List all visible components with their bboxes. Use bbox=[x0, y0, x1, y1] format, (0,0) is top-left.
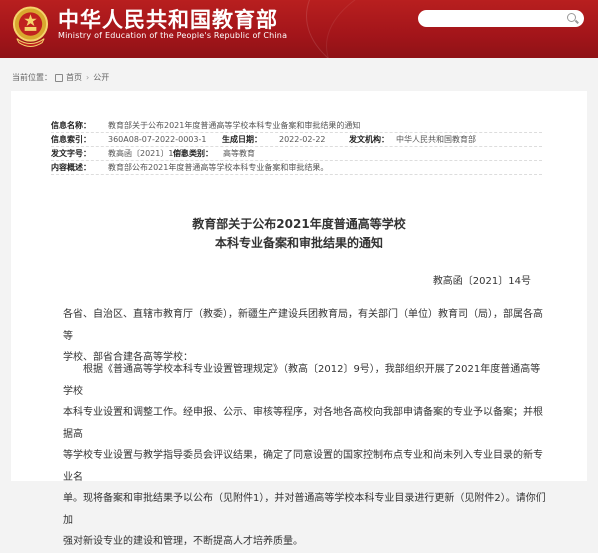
addressee-line1: 各省、自治区、直辖市教育厅（教委），新疆生产建设兵团教育局，有关部门（单位）教育… bbox=[63, 309, 543, 342]
info-row-index: 信息索引： 360A08-07-2022-0003-1 生成日期： 2022-0… bbox=[51, 133, 542, 147]
info-date-value: 2022-02-22 bbox=[279, 135, 326, 144]
breadcrumb-label: 当前位置： bbox=[12, 73, 52, 82]
info-category-value: 高等教育 bbox=[223, 149, 255, 158]
search-input[interactable] bbox=[418, 10, 584, 27]
paragraph-1-line2: 本科专业设置和调整工作。经申报、公示、审核等程序，对各地各高校向我部申请备案的专… bbox=[63, 407, 543, 440]
info-summary-label: 内容概述： bbox=[51, 163, 91, 172]
breadcrumb: 当前位置： 首页 › 公开 bbox=[12, 72, 109, 83]
info-title-label: 信息名称： bbox=[51, 121, 91, 130]
paragraph-1-line3: 等学校专业设置与教学指导委员会评议结果，确定了同意设置的国家控制布点专业和尚未列… bbox=[63, 450, 543, 483]
info-issuer-label: 发文机构： bbox=[349, 135, 389, 144]
breadcrumb-item-public[interactable]: 公开 bbox=[93, 73, 109, 82]
site-title[interactable]: 中华人民共和国教育部 bbox=[58, 4, 278, 34]
info-index-label: 信息索引： bbox=[51, 135, 91, 144]
home-icon bbox=[55, 73, 63, 82]
info-table: 信息名称： 教育部关于公布2021年度普通高等学校本科专业备案和审批结果的通知 … bbox=[51, 119, 542, 175]
paragraph-1: 根据《普通高等学校本科专业设置管理规定》（教高〔2012〕9号），我部组织开展了… bbox=[63, 359, 549, 553]
info-row-title: 信息名称： 教育部关于公布2021年度普通高等学校本科专业备案和审批结果的通知 bbox=[51, 119, 542, 133]
paragraph-1-line5: 强对新设专业的建设和管理，不断提高人才培养质量。 bbox=[63, 536, 303, 547]
info-date-label: 生成日期： bbox=[222, 135, 262, 144]
info-summary-value: 教育部公布2021年度普通高等学校本科专业备案和审批结果。 bbox=[108, 163, 329, 172]
header-decoration bbox=[326, 0, 598, 58]
paragraph-1-line1: 根据《普通高等学校本科专业设置管理规定》（教高〔2012〕9号），我部组织开展了… bbox=[63, 364, 541, 397]
national-emblem-icon[interactable] bbox=[11, 5, 50, 47]
site-header: 中华人民共和国教育部 Ministry of Education of the … bbox=[0, 0, 598, 58]
info-row-docno: 发文字号： 教高函〔2021〕14号 信息类别： 高等教育 bbox=[51, 147, 542, 161]
info-issuer-value: 中华人民共和国教育部 bbox=[396, 135, 476, 144]
breadcrumb-item-home[interactable]: 首页 bbox=[66, 73, 82, 82]
document-title-line2: 本科专业备案和审批结果的通知 bbox=[214, 236, 383, 250]
info-category-label: 信息类别： bbox=[173, 149, 213, 158]
document-number: 教高函〔2021〕14号 bbox=[432, 276, 531, 287]
info-docno-label: 发文字号： bbox=[51, 149, 91, 158]
info-index-value: 360A08-07-2022-0003-1 bbox=[108, 135, 207, 144]
document-title-line1: 教育部关于公布2021年度普通高等学校 bbox=[192, 217, 406, 231]
breadcrumb-separator: › bbox=[86, 73, 90, 82]
site-subtitle: Ministry of Education of the People's Re… bbox=[58, 31, 288, 40]
info-row-summary: 内容概述： 教育部公布2021年度普通高等学校本科专业备案和审批结果。 bbox=[51, 161, 542, 175]
paragraph-1-line4: 单。现将备案和审批结果予以公布（见附件1），并对普通高等学校本科专业目录进行更新… bbox=[63, 493, 546, 526]
search-icon[interactable] bbox=[567, 13, 576, 22]
info-title-value: 教育部关于公布2021年度普通高等学校本科专业备案和审批结果的通知 bbox=[108, 121, 361, 130]
